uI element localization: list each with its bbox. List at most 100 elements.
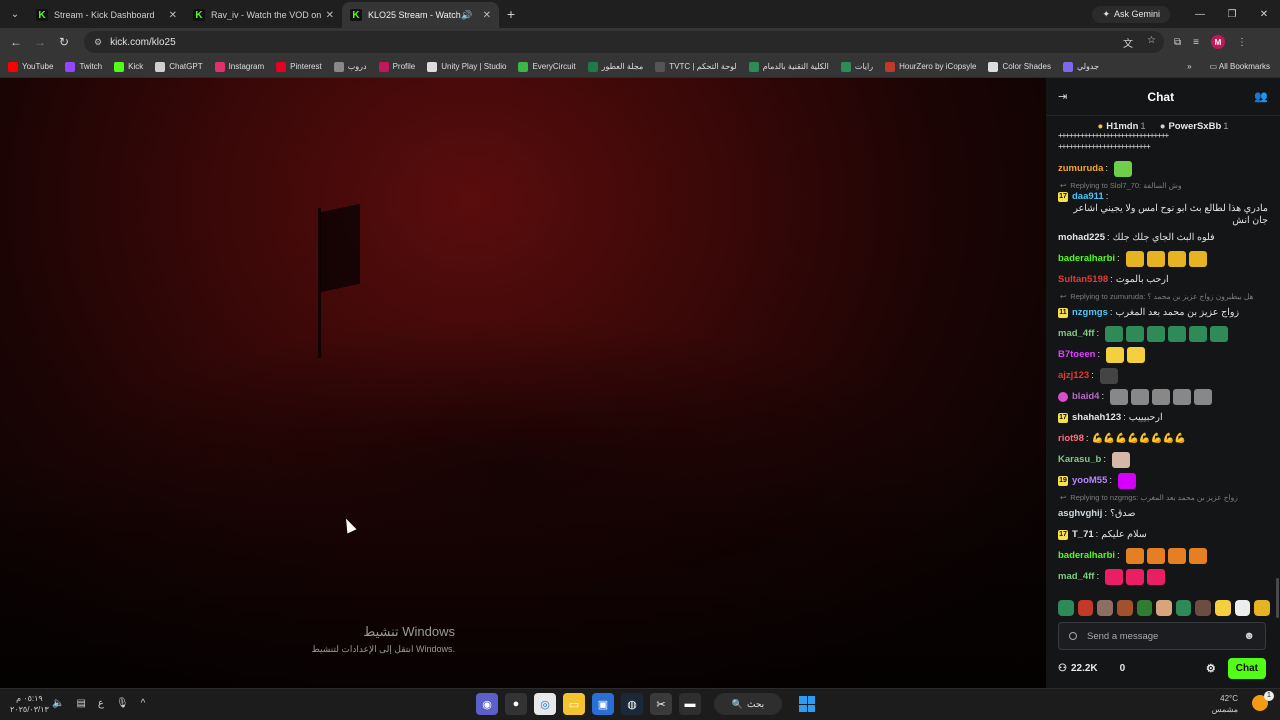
bookmark-item[interactable]: الكلية التقنية بالدمام bbox=[748, 61, 829, 72]
close-icon[interactable]: ✕ bbox=[169, 10, 177, 21]
emote-icon[interactable] bbox=[1173, 388, 1192, 405]
emote-icon[interactable] bbox=[1106, 346, 1125, 363]
emote-icon[interactable] bbox=[1077, 600, 1094, 616]
chat-username[interactable]: B7toeen bbox=[1058, 349, 1095, 361]
bookmark-item[interactable]: Instagram bbox=[214, 61, 264, 72]
emote-icon[interactable] bbox=[1189, 325, 1208, 342]
emote-icon[interactable] bbox=[1097, 600, 1113, 616]
bookmark-item[interactable]: EveryCircuit bbox=[518, 61, 576, 72]
chat-username[interactable]: shahah123 bbox=[1072, 412, 1121, 424]
site-info-icon[interactable]: ⚙ bbox=[94, 37, 102, 48]
address-bar[interactable]: ⚙ kick.com/klo25 文 ☆ bbox=[84, 31, 1164, 53]
snipping-tool-icon[interactable]: ✂ bbox=[650, 693, 672, 715]
emote-icon[interactable] bbox=[1175, 600, 1192, 616]
bookmark-item[interactable]: ChatGPT bbox=[155, 61, 203, 72]
video-player[interactable] bbox=[0, 78, 1046, 688]
reload-icon[interactable]: ↻ bbox=[52, 35, 76, 49]
bookmark-item[interactable]: جدولي bbox=[1062, 61, 1099, 72]
profile-avatar[interactable]: M bbox=[1210, 35, 1225, 49]
chat-username[interactable]: yooM55 bbox=[1072, 475, 1107, 487]
emote-icon[interactable] bbox=[1156, 600, 1172, 616]
chat-username[interactable]: mad_4ff bbox=[1058, 571, 1094, 583]
chat-message[interactable]: B7toeen: bbox=[1058, 344, 1268, 365]
emote-icon[interactable] bbox=[1126, 568, 1145, 585]
emote-icon[interactable] bbox=[1118, 472, 1137, 489]
chat-username[interactable]: baderalharbi bbox=[1058, 550, 1115, 562]
emote-icon[interactable] bbox=[1194, 388, 1213, 405]
bookmark-item[interactable]: Color Shades bbox=[988, 61, 1051, 72]
all-bookmarks[interactable]: ▭ All Bookmarks bbox=[1210, 62, 1270, 71]
tab-klo25-stream[interactable]: K KLO25 Stream - Watch Live 🔊 ✕ bbox=[342, 2, 499, 28]
chat-message[interactable]: Sultan5198: ارحب بالموت bbox=[1058, 269, 1268, 290]
emote-icon[interactable] bbox=[1210, 325, 1229, 342]
emote-icon[interactable] bbox=[1136, 600, 1153, 616]
chat-message[interactable]: 17 T_71: سلام عليكم bbox=[1058, 524, 1268, 545]
extensions-icon[interactable]: ⧉ bbox=[1174, 37, 1181, 48]
speaker-icon[interactable]: 🔊 bbox=[461, 10, 472, 21]
chat-username[interactable]: daa911 bbox=[1072, 191, 1104, 203]
bookmark-item[interactable]: Unity Play | Studio bbox=[427, 61, 506, 72]
emote-icon[interactable] bbox=[1146, 250, 1165, 267]
network-icon[interactable]: ▤ bbox=[76, 698, 85, 709]
chat-username[interactable]: nzgmgs bbox=[1072, 307, 1108, 319]
new-tab-button[interactable]: + bbox=[499, 6, 523, 22]
bookmark-item[interactable]: مجلة العطور bbox=[587, 61, 643, 72]
back-icon[interactable]: ← bbox=[4, 35, 28, 49]
chrome-icon[interactable]: ◎ bbox=[534, 693, 556, 715]
emote-icon[interactable] bbox=[1188, 547, 1207, 564]
menu-icon[interactable]: ⋮ bbox=[1237, 37, 1247, 48]
chat-message[interactable]: baderalharbi: bbox=[1058, 545, 1268, 566]
emote-icon[interactable] bbox=[1188, 250, 1207, 267]
emote-icon[interactable] bbox=[1167, 250, 1186, 267]
chat-username[interactable]: T_71 bbox=[1072, 529, 1094, 541]
emote-icon[interactable] bbox=[1147, 325, 1166, 342]
chat-message[interactable]: ajzj123: bbox=[1058, 365, 1268, 386]
chat-message[interactable]: riot98: 💪💪💪💪💪💪💪💪 bbox=[1058, 428, 1268, 449]
emote-icon[interactable] bbox=[1147, 568, 1166, 585]
chat-username[interactable]: mohad225 bbox=[1058, 232, 1105, 244]
tab-rav-vod[interactable]: K Rav_iv - Watch the VOD on Kick ✕ bbox=[185, 2, 342, 28]
chat-message[interactable]: baderalharbi: bbox=[1058, 248, 1268, 269]
bookmark-star-icon[interactable]: ☆ bbox=[1147, 35, 1156, 50]
app-icon[interactable]: ● bbox=[505, 693, 527, 715]
microphone-icon[interactable]: 🎙 bbox=[116, 698, 129, 709]
taskbar-search[interactable]: 🔍 بحث bbox=[714, 693, 782, 715]
emote-icon[interactable] bbox=[1099, 367, 1118, 384]
close-window-icon[interactable]: ✕ bbox=[1248, 9, 1280, 20]
emote-icon[interactable] bbox=[1254, 600, 1271, 616]
emote-icon[interactable] bbox=[1127, 346, 1146, 363]
chat-message[interactable]: zumuruda: bbox=[1058, 158, 1268, 179]
clock[interactable]: ٠٥:١٩ م ٢٠٢٥/٠٣/١٣ bbox=[10, 693, 49, 715]
start-windows-icon[interactable] bbox=[799, 696, 815, 712]
emote-icon[interactable] bbox=[1152, 388, 1171, 405]
emote-icon[interactable] bbox=[1215, 600, 1231, 616]
close-icon[interactable]: ✕ bbox=[326, 10, 334, 21]
chat-username[interactable]: mad_4ff bbox=[1058, 328, 1094, 340]
notification-badge[interactable]: 1 bbox=[1264, 691, 1274, 701]
minimize-icon[interactable]: — bbox=[1184, 9, 1216, 20]
chat-message[interactable]: 17 shahah123: ارحبيييب bbox=[1058, 407, 1268, 428]
collapse-chat-icon[interactable]: ⇥ bbox=[1058, 90, 1067, 103]
chat-message[interactable]: 11 nzgmgs: زواج عزيز بن محمد بعد المغرب bbox=[1058, 302, 1268, 323]
restore-icon[interactable]: ❐ bbox=[1216, 9, 1248, 20]
volume-icon[interactable]: 🔈 bbox=[52, 698, 64, 709]
bookmark-item[interactable]: TVTC | لوحة التحكم bbox=[655, 61, 737, 72]
chat-username[interactable]: baderalharbi bbox=[1058, 253, 1115, 265]
chat-settings-icon[interactable]: ⚙ bbox=[1206, 662, 1216, 675]
emote-icon[interactable] bbox=[1195, 600, 1212, 616]
chat-username[interactable]: blaid4 bbox=[1072, 391, 1099, 403]
forward-icon[interactable]: → bbox=[28, 35, 52, 49]
language-indicator[interactable]: ع bbox=[98, 698, 104, 709]
emote-icon[interactable] bbox=[1125, 547, 1144, 564]
users-icon[interactable]: 👥 bbox=[1254, 90, 1268, 103]
chat-username[interactable]: ajzj123 bbox=[1058, 370, 1089, 382]
teams-icon[interactable]: ◉ bbox=[476, 693, 498, 715]
chat-username[interactable]: zumuruda bbox=[1058, 163, 1103, 175]
weather[interactable]: 42°C مشمس bbox=[1212, 693, 1238, 715]
file-explorer-icon[interactable]: ▭ bbox=[563, 693, 585, 715]
emote-icon[interactable] bbox=[1105, 325, 1124, 342]
translate-icon[interactable]: 文 bbox=[1123, 35, 1133, 50]
bookmark-item[interactable]: Profile bbox=[378, 61, 415, 72]
send-message-input[interactable]: Send a message ☻ bbox=[1058, 622, 1266, 650]
bookmark-item[interactable]: رايات bbox=[840, 61, 873, 72]
